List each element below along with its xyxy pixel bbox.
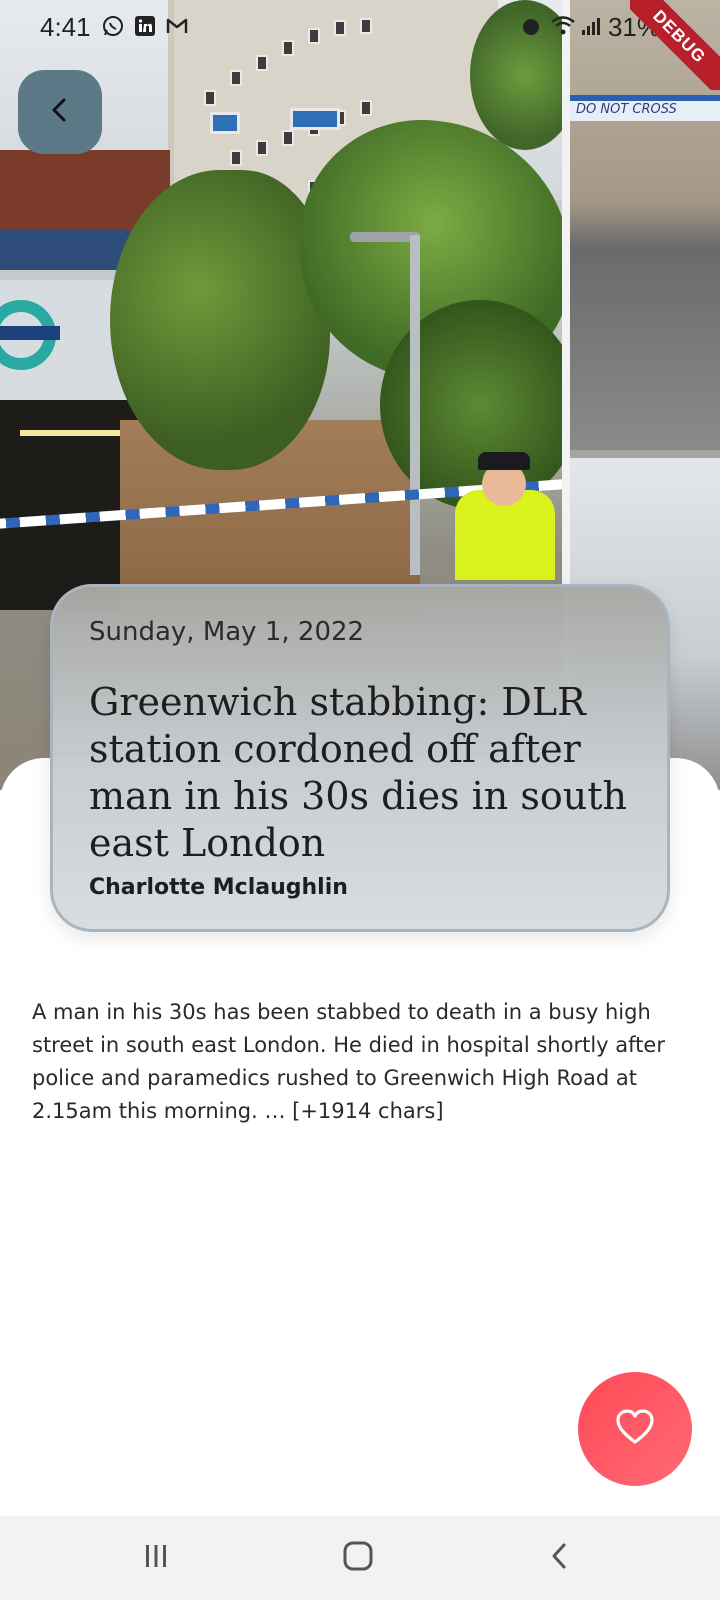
article-title: Greenwich stabbing: DLR station cordoned… [89, 680, 627, 865]
debug-banner: DEBUG [630, 0, 720, 90]
status-time: 4:41 [40, 12, 91, 42]
alarm-icon [518, 13, 544, 39]
debug-ribbon-wrap: DEBUG [630, 0, 720, 90]
recent-apps-button[interactable] [126, 1534, 186, 1582]
favorite-button[interactable] [578, 1372, 692, 1486]
hero-railing [0, 230, 130, 270]
gmail-icon [164, 13, 190, 39]
heart-icon [615, 1408, 655, 1450]
linkedin-icon [132, 13, 158, 39]
hero-collage-tape: DO NOT CROSS [570, 95, 720, 121]
chevron-left-icon [45, 95, 75, 129]
whatsapp-icon [100, 13, 126, 39]
hero-lamp-post [410, 235, 420, 575]
wifi-icon [550, 13, 576, 39]
article-header-card: Sunday, May 1, 2022 Greenwich stabbing: … [50, 584, 670, 932]
article-author: Charlotte Mclaughlin [89, 875, 348, 900]
hero-bush-left [110, 170, 330, 470]
dlr-roundel-bar [0, 326, 60, 340]
tape-text: DO NOT CROSS [576, 102, 677, 117]
recent-apps-icon [141, 1541, 171, 1575]
home-button[interactable] [328, 1534, 388, 1582]
home-icon [342, 1540, 374, 1576]
article-body: A man in his 30s has been stabbed to dea… [32, 1000, 665, 1123]
signal-icon [578, 13, 604, 39]
system-back-button[interactable] [530, 1534, 590, 1582]
back-icon [545, 1541, 575, 1575]
hero-underpass-light [20, 430, 120, 436]
hero-officer-hat [478, 452, 530, 470]
article-date: Sunday, May 1, 2022 [89, 617, 365, 647]
back-button[interactable] [18, 70, 102, 154]
system-nav-bar [0, 1516, 720, 1600]
status-bar: 4:41 31% [0, 0, 720, 56]
